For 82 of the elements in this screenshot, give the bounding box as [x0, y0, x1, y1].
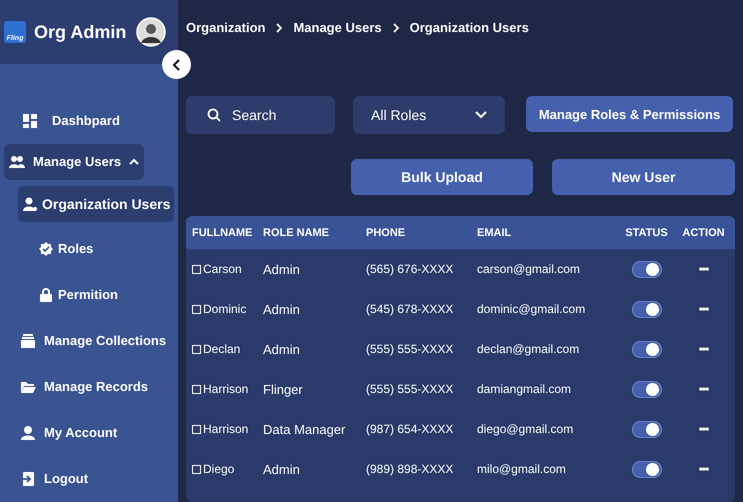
column-header: ROLE NAME [263, 226, 329, 238]
user-icon [22, 196, 38, 212]
logout-icon [20, 471, 36, 487]
role-dropdown[interactable]: All Roles [353, 96, 505, 134]
chevron-up-icon [129, 158, 140, 166]
table-cell: (545) 678-XXXX [366, 302, 454, 316]
more-button[interactable]: ••• [698, 340, 708, 358]
table-cell: Admin [263, 342, 300, 356]
breadcrumb-link[interactable]: Organization [186, 18, 266, 38]
table-cell: dominic@gmail.com [477, 302, 586, 316]
collapse-button[interactable] [162, 50, 191, 79]
table-cell: Admin [263, 302, 300, 316]
chevron-right-icon [392, 22, 400, 33]
users-icon [9, 154, 25, 170]
row-checkbox[interactable] [192, 384, 201, 394]
sidebar-item[interactable]: Dashbpard [4, 98, 120, 144]
status-toggle[interactable] [632, 380, 662, 398]
table-cell: diego@gmail.com [477, 422, 574, 436]
column-header: PHONE [366, 226, 406, 238]
row-checkbox[interactable] [192, 304, 201, 314]
person-icon [20, 425, 36, 441]
status-toggle[interactable] [632, 420, 662, 438]
chevron-right-icon [275, 22, 284, 33]
sidebar-item[interactable]: Manage Collections [4, 318, 166, 364]
sidebar-item[interactable]: Manage Records [4, 364, 148, 410]
row-checkbox[interactable] [192, 264, 201, 274]
table-cell: Admin [263, 262, 300, 276]
more-button[interactable]: ••• [698, 300, 708, 318]
table-cell: declan@gmail.com [477, 342, 580, 356]
table-cell: (555) 555-XXXX [366, 382, 454, 396]
status-toggle[interactable] [632, 300, 662, 318]
app-title: Org Admin [34, 20, 126, 44]
table-cell: (989) 898-XXXX [366, 462, 454, 476]
table-cell: Data Manager [263, 422, 346, 436]
table-cell-text: Diego [203, 461, 234, 478]
status-toggle[interactable] [632, 260, 662, 278]
new-user-button[interactable]: New User [552, 159, 735, 196]
table-cell: milo@gmail.com [477, 462, 566, 476]
status-toggle[interactable] [632, 460, 662, 478]
table-cell: carson@gmail.com [477, 262, 580, 276]
search-field[interactable]: Search [186, 96, 335, 134]
chevron-left-icon [172, 58, 182, 70]
sidebar-subitem[interactable]: Organization Users [18, 186, 174, 222]
table-cell-text: Harrison [203, 421, 248, 438]
column-header: ACTION [682, 226, 725, 238]
more-button[interactable]: ••• [698, 380, 708, 398]
sidebar-subitem[interactable]: Roles [38, 226, 94, 272]
table-cell: (565) 676-XXXX [366, 262, 454, 276]
column-header: EMAIL [477, 226, 512, 238]
bulk-upload-button[interactable]: Bulk Upload [351, 159, 533, 196]
table-cell-text: Declan [203, 341, 240, 358]
table-cell-text: Carson [203, 261, 242, 278]
sidebar-item[interactable]: My Account [4, 410, 118, 456]
avatar[interactable] [136, 17, 166, 47]
more-button[interactable]: ••• [698, 260, 708, 278]
sidebar-subitem[interactable]: Permition [38, 272, 118, 318]
breadcrumb-link[interactable]: Manage Users [293, 18, 382, 38]
stack-icon [20, 333, 36, 349]
more-button[interactable]: ••• [698, 420, 708, 438]
row-checkbox[interactable] [192, 344, 201, 354]
grid-icon [22, 113, 38, 129]
sidebar-item[interactable]: Logout [4, 456, 88, 502]
column-header: STATUS [625, 226, 668, 238]
more-button[interactable]: ••• [698, 460, 708, 478]
table-cell-text: Dominic [203, 301, 246, 318]
lock-icon [38, 287, 54, 303]
row-checkbox[interactable] [192, 424, 201, 434]
manage-roles-button[interactable]: Manage Roles & Permissions [526, 96, 733, 132]
search-icon [207, 108, 221, 122]
check-badge-icon [38, 241, 54, 257]
table-cell: (555) 555-XXXX [366, 342, 454, 356]
table-cell: Admin [263, 462, 300, 476]
table-cell: damiangmail.com [477, 382, 572, 396]
table-cell-text: Harrison [203, 381, 248, 398]
folder-icon [20, 379, 36, 395]
table-cell: (987) 654-XXXX [366, 422, 454, 436]
sidebar-item[interactable]: Manage Users [4, 144, 144, 180]
status-toggle[interactable] [632, 340, 662, 358]
chevron-down-icon [475, 111, 487, 120]
column-header: FULLNAME [192, 226, 252, 238]
table-cell: Flinger [263, 382, 303, 396]
row-checkbox[interactable] [192, 464, 201, 474]
